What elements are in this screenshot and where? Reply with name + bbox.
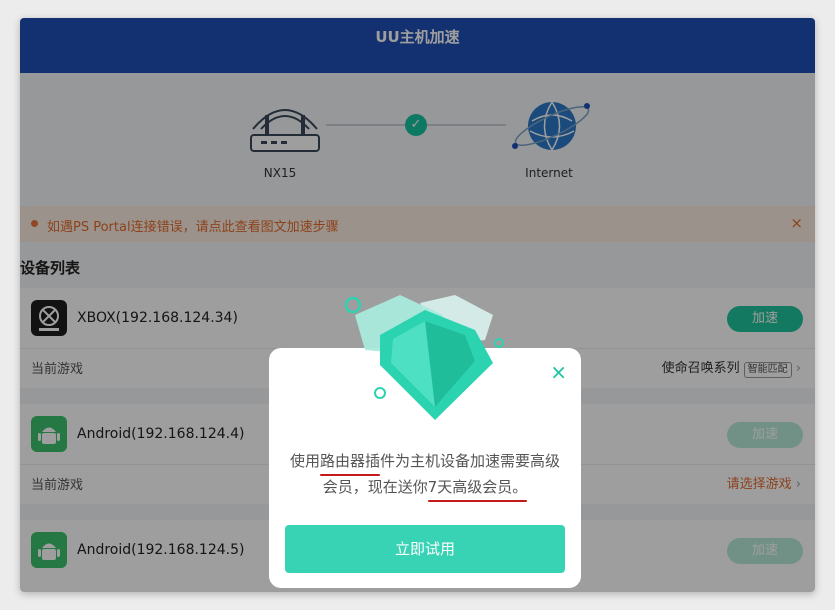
message-highlight-membership: 7天高级会员。 — [427, 474, 527, 502]
dialog-message: 使用路由器插件为主机设备加速需要高级会员，现在送你7天高级会员。 — [285, 448, 565, 502]
close-icon[interactable]: × — [550, 360, 567, 384]
try-now-button[interactable]: 立即试用 — [285, 525, 565, 573]
message-highlight-router: 路由器插 — [319, 448, 381, 476]
diamond-gem-icon — [344, 295, 504, 420]
message-text: 使用 — [289, 452, 320, 470]
